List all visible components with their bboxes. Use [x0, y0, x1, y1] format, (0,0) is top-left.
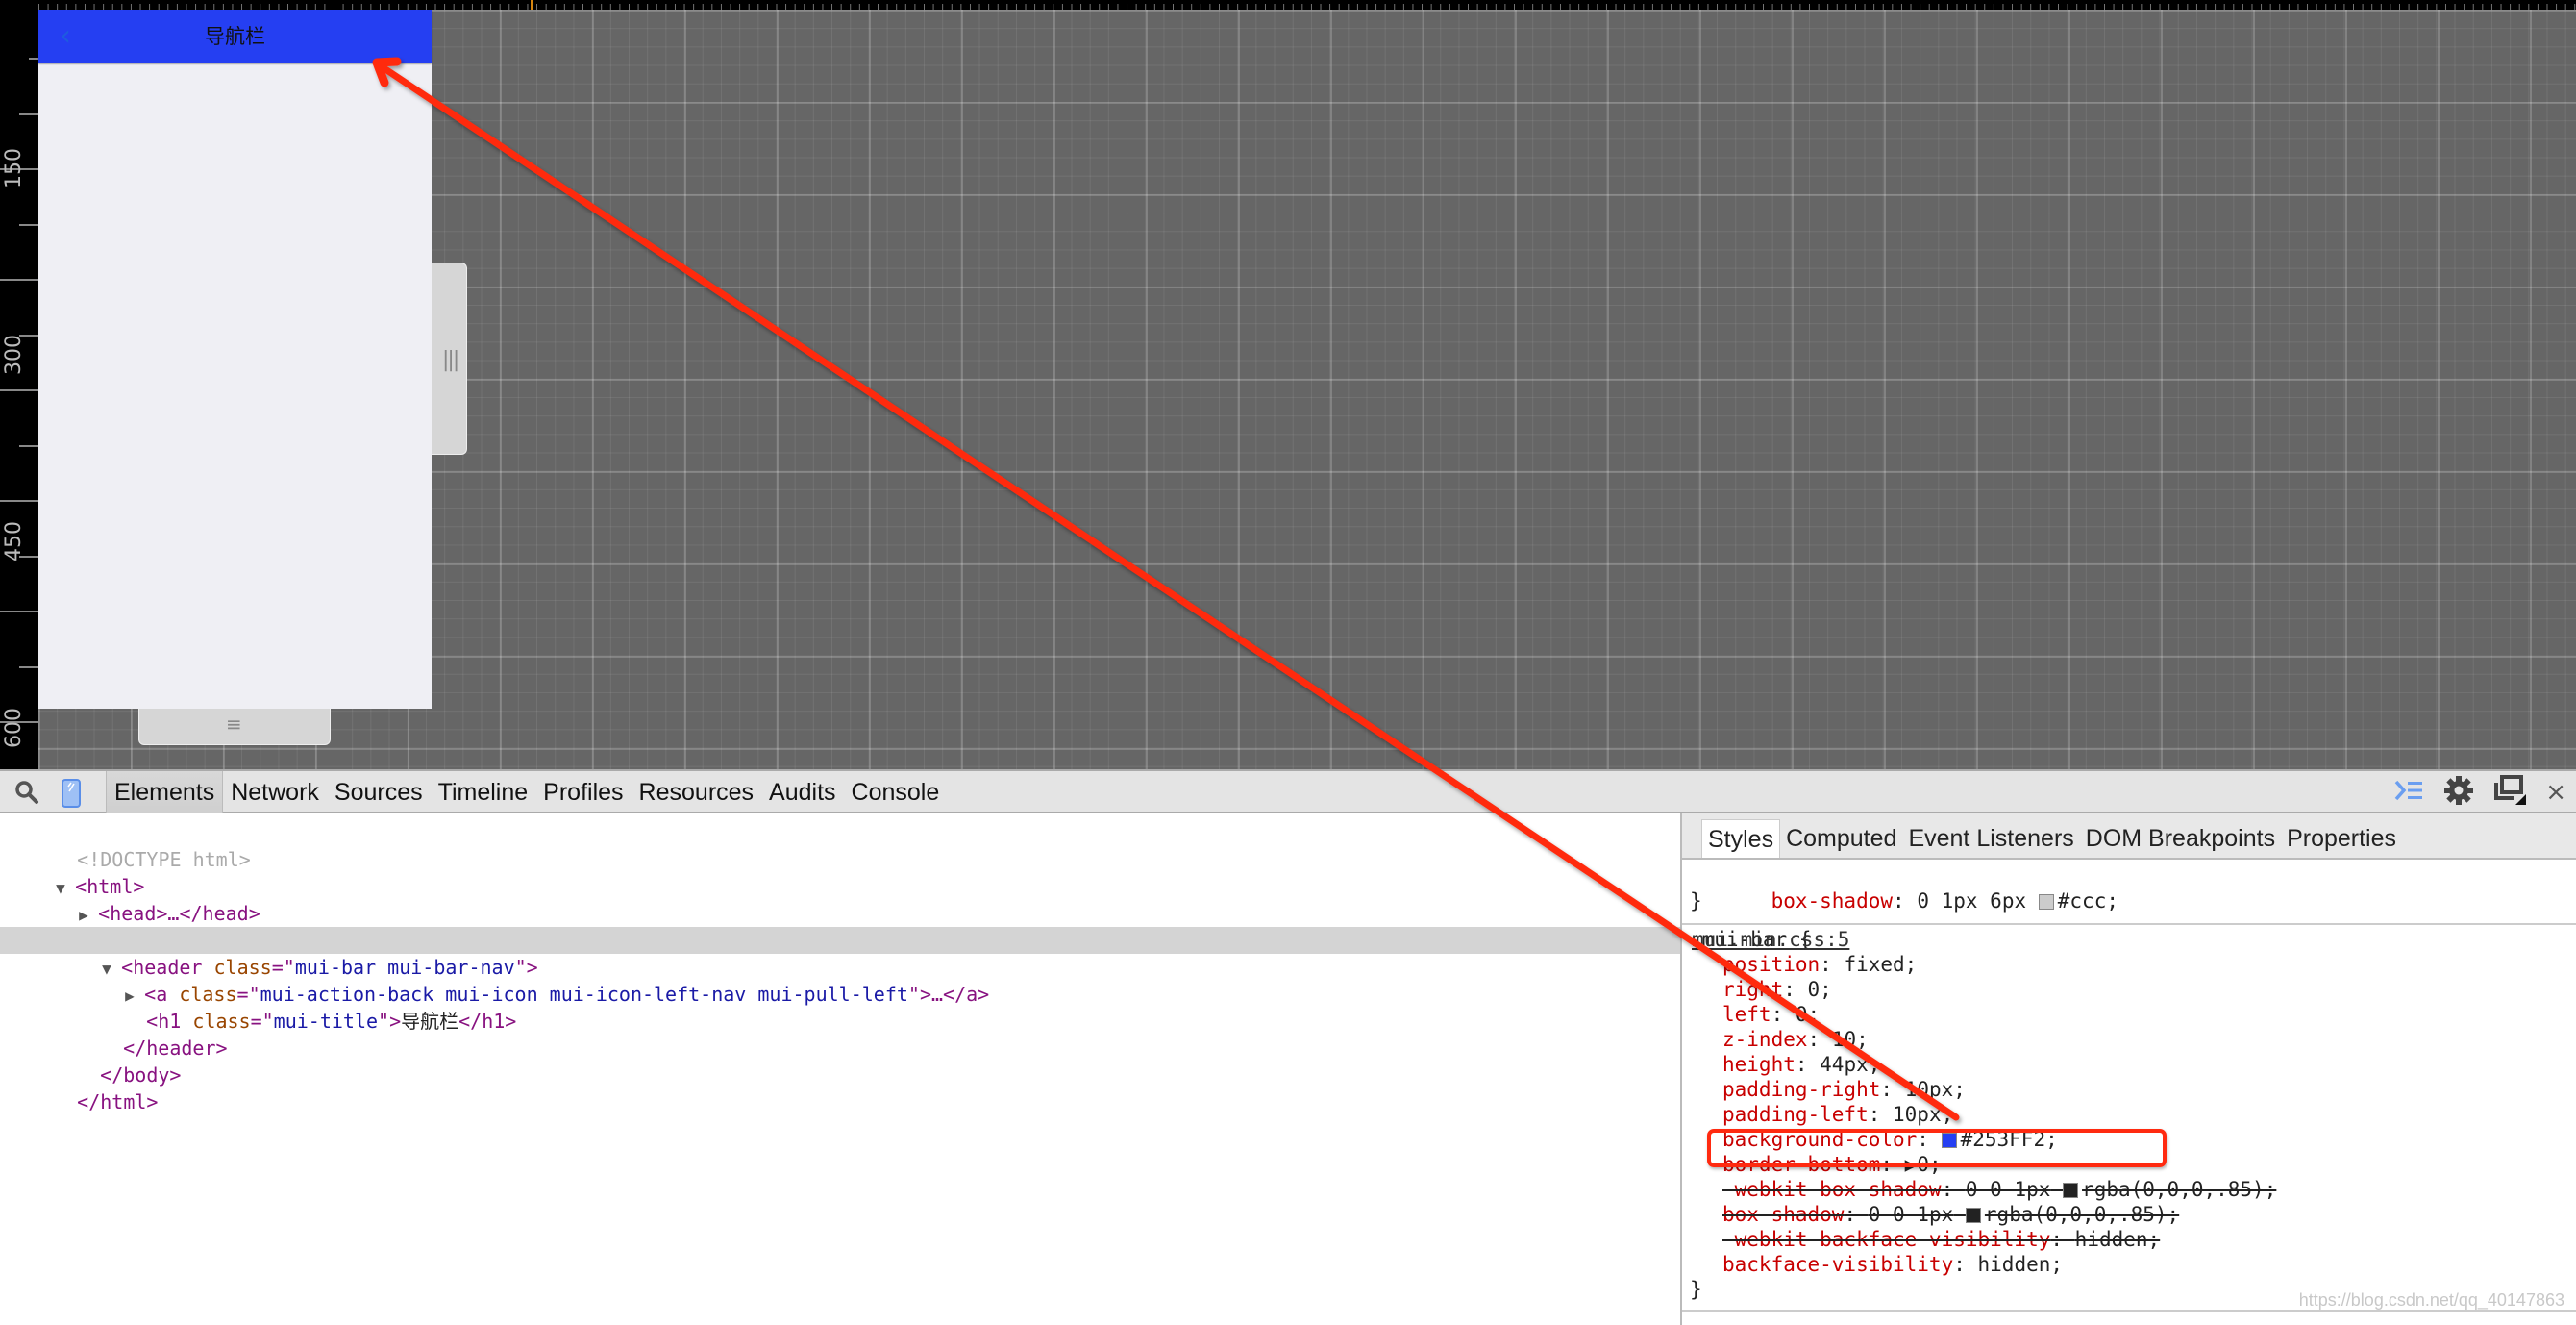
property-value: 10px; [1904, 1078, 1966, 1101]
tab-audits[interactable]: Audits [761, 771, 843, 813]
ruler-label: 150 [2, 148, 26, 188]
property-name: z-index [1722, 1028, 1808, 1051]
elements-panel: <!DOCTYPE html> ▼ <html> ▶ <head>…</head> … [0, 813, 1736, 1325]
tab-profiles[interactable]: Profiles [535, 771, 631, 813]
styles-sidebar: Styles Computed Event Listeners DOM Brea… [1680, 813, 2576, 1325]
tab-timeline[interactable]: Timeline [431, 771, 536, 813]
color-swatch[interactable] [2038, 894, 2054, 910]
style-declaration[interactable]: left: 0; [1722, 1002, 1820, 1027]
device-viewport: ‹ 导航栏 [38, 10, 432, 709]
ruler-label: 450 [2, 521, 26, 562]
rule-divider [1682, 923, 2576, 925]
property-name: position [1722, 953, 1821, 976]
property-name: box-shadow [1771, 889, 1894, 912]
style-declaration[interactable]: position: fixed; [1722, 952, 1917, 977]
property-name: padding-right [1722, 1078, 1881, 1101]
dom-node-header-selected[interactable]: ▼ <header class="mui-bar mui-bar-nav"> [0, 927, 1736, 979]
property-value: 0 0 1px [1965, 1178, 2051, 1201]
ruler-label: 300 [2, 335, 26, 375]
dock-icon[interactable] [2493, 775, 2527, 810]
tab-sources[interactable]: Sources [327, 771, 431, 813]
console-drawer-icon[interactable] [2393, 778, 2424, 807]
property-value: 0; [1795, 1003, 1821, 1026]
dom-node-html-close[interactable]: </html> [0, 1062, 1711, 1113]
property-value: hidden; [1977, 1253, 2064, 1276]
property-value: rgba(0,0,0,.85); [2082, 1178, 2277, 1201]
watermark: https://blog.csdn.net/qq_40147863 [2298, 1290, 2564, 1310]
property-name: right [1722, 978, 1784, 1001]
tab-properties[interactable]: Properties [2281, 819, 2402, 858]
property-value: 44px; [1820, 1053, 1881, 1076]
ruler-label: 600 [2, 708, 26, 748]
ruler-left: 150 300 450 600 [0, 0, 38, 769]
property-value: fixed; [1844, 953, 1918, 976]
grip-icon: ||| [442, 348, 459, 372]
style-declaration[interactable]: box-shadow: 0 1px 6px #ccc; [1722, 863, 2118, 912]
property-value: 10; [1831, 1028, 1869, 1051]
device-mode-icon[interactable] [62, 779, 81, 808]
dom-node-doctype[interactable]: <!DOCTYPE html> [0, 819, 1711, 871]
property-name: box-shadow [1722, 1203, 1845, 1226]
property-value: 0 1px 6px [1917, 889, 2027, 912]
dom-node-h1[interactable]: <h1 class="mui-title">导航栏</h1> [0, 981, 1780, 1033]
property-name: -webkit-box-shadow [1722, 1178, 1942, 1201]
style-declaration[interactable]: height: 44px; [1722, 1052, 1880, 1077]
color-swatch[interactable] [1965, 1208, 1981, 1223]
tab-dom-breakpoints[interactable]: DOM Breakpoints [2080, 819, 2281, 858]
navbar-title: 导航栏 [205, 25, 265, 48]
tab-computed[interactable]: Computed [1780, 819, 1902, 858]
tab-event-listeners[interactable]: Event Listeners [1902, 819, 2079, 858]
rule-close-brace: } [1690, 889, 1702, 912]
style-declaration[interactable]: padding-left: 10px; [1722, 1102, 1953, 1127]
grip-icon: ≡ [226, 712, 242, 736]
tab-styles[interactable]: Styles [1701, 819, 1781, 858]
devtools-toolbar: Elements Network Sources Timeline Profil… [0, 769, 2576, 813]
style-declaration[interactable]: right: 0; [1722, 977, 1832, 1002]
sidebar-tabs: Styles Computed Event Listeners DOM Brea… [1682, 813, 2576, 860]
property-value: hidden; [2074, 1228, 2161, 1251]
property-name: -webkit-backface-visibility [1722, 1228, 2051, 1251]
style-declaration[interactable]: padding-right: 10px; [1722, 1077, 1966, 1102]
property-value: 0 0 1px [1868, 1203, 1954, 1226]
tab-elements[interactable]: Elements [106, 771, 224, 813]
panel-tabs: Elements Network Sources Timeline Profil… [106, 771, 947, 813]
style-declaration[interactable]: z-index: 10; [1722, 1027, 1869, 1052]
ruler-top [0, 0, 2576, 10]
style-declaration[interactable]: backface-visibility: hidden; [1722, 1252, 2063, 1277]
gear-icon[interactable] [2443, 775, 2474, 810]
dom-node-body[interactable]: ▼<body class="mui-ios"> [0, 900, 1713, 952]
color-swatch[interactable] [2063, 1183, 2079, 1198]
property-value: 10px; [1893, 1103, 1954, 1126]
rule-close-brace: } [1690, 1278, 1702, 1301]
property-name: height [1722, 1053, 1796, 1076]
annotation-highlight-box [1707, 1129, 2167, 1167]
tab-resources[interactable]: Resources [632, 771, 762, 813]
dom-node-html[interactable]: ▼ <html> [0, 846, 1690, 898]
style-declaration[interactable]: -webkit-backface-visibility: hidden; [1722, 1227, 2160, 1252]
property-value: #ccc; [2057, 889, 2118, 912]
dom-node-header-close[interactable]: </header> [0, 1008, 1757, 1060]
property-name: padding-left [1722, 1103, 1869, 1126]
close-icon[interactable]: × [2545, 778, 2566, 807]
tab-console[interactable]: Console [844, 771, 948, 813]
dom-node-head[interactable]: ▶ <head>…</head> [0, 873, 1713, 925]
ruler-position-marker [531, 0, 533, 10]
rule-source-link[interactable]: mui.min.css:5 [1692, 927, 2564, 952]
style-declaration[interactable]: -webkit-box-shadow: 0 0 1px rgba(0,0,0,.… [1722, 1177, 2276, 1202]
resize-handle-bottom[interactable]: ≡ [138, 709, 331, 745]
rule-divider [1682, 1310, 2576, 1312]
search-icon[interactable] [13, 779, 40, 806]
dom-node-body-close[interactable]: </body> [0, 1035, 1734, 1087]
property-name: backface-visibility [1722, 1253, 1954, 1276]
dom-node-a[interactable]: ▶ <a class="mui-action-back mui-icon mui-… [0, 954, 1759, 1006]
resize-handle-right[interactable]: ||| [432, 262, 467, 455]
html-close-tag: </html> [77, 1090, 159, 1113]
mui-navbar: ‹ 导航栏 [38, 10, 432, 63]
style-declaration[interactable]: box-shadow: 0 0 1px rgba(0,0,0,.85); [1722, 1202, 2179, 1227]
property-name: left [1722, 1003, 1771, 1026]
property-value: 0; [1807, 978, 1832, 1001]
tab-network[interactable]: Network [223, 771, 327, 813]
property-value: rgba(0,0,0,.85); [1984, 1203, 2180, 1226]
